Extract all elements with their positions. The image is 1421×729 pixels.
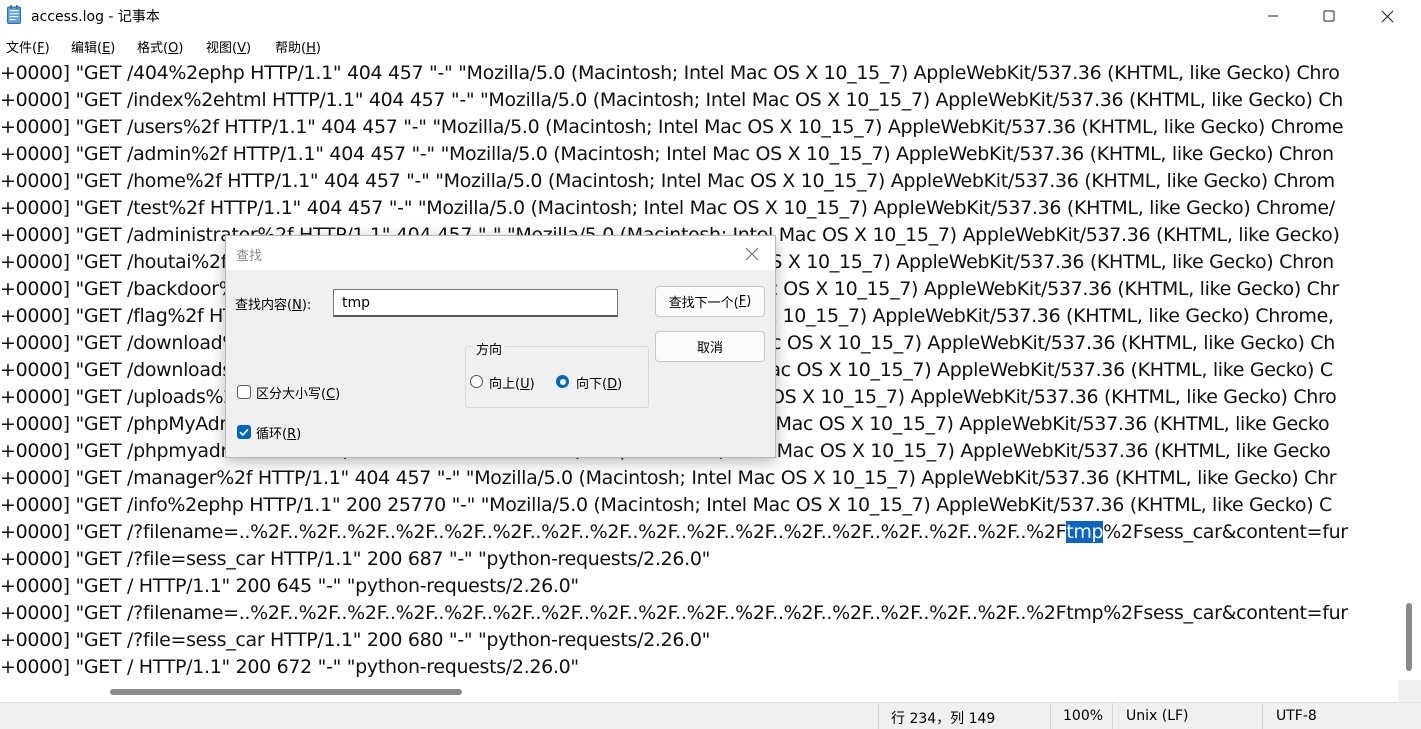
find-next-button[interactable]: 查找下一个(F): [655, 286, 765, 317]
status-separator: [1050, 703, 1051, 729]
label-text: 向下(: [576, 377, 608, 392]
scrollbar-corner: [1398, 680, 1421, 702]
close-button[interactable]: [1358, 0, 1416, 32]
label-text-end: ):: [301, 298, 312, 313]
vertical-scrollbar-thumb[interactable]: [1406, 603, 1412, 671]
notepad-icon: [7, 5, 21, 24]
selected-text: tmp: [1066, 521, 1104, 543]
menu-label-end: ): [315, 41, 321, 56]
direction-down-label[interactable]: 向下(D): [576, 373, 622, 392]
match-case-label[interactable]: 区分大小写(C): [256, 383, 340, 402]
menu-label-end: ): [178, 41, 184, 56]
menu-access-key: F: [37, 41, 45, 56]
window-title: access.log - 记事本: [31, 9, 160, 25]
log-line: +0000] "GET /manager%2f HTTP/1.1" 404 45…: [0, 467, 1337, 489]
menu-view[interactable]: 视图(V): [206, 37, 251, 56]
status-cursor-position: 行 234，列 149: [891, 711, 996, 727]
access-key: R: [287, 427, 297, 442]
label-text-end: ): [617, 377, 623, 392]
label-text: 查找内容(: [235, 298, 293, 313]
log-line: +0000] "GET /?filename=..%2F..%2F..%2F..…: [0, 602, 1348, 624]
find-dialog-title: 查找: [236, 249, 263, 264]
label-text: 区分大小写(: [256, 387, 327, 402]
wrap-around-label[interactable]: 循环(R): [256, 423, 301, 442]
title-bar: access.log - 记事本: [0, 0, 1421, 32]
menu-access-key: H: [306, 41, 316, 56]
find-dialog: 查找 查找内容(N): 查找下一个(F) 取消 方向 向上(U) 向下(D) 区…: [225, 235, 776, 458]
direction-up-radio[interactable]: [470, 375, 483, 388]
menu-access-key: O: [168, 41, 179, 56]
label-text: 向上(: [489, 377, 521, 392]
direction-up-label[interactable]: 向上(U): [489, 373, 535, 392]
log-line: +0000] "GET /admin%2f HTTP/1.1" 404 457 …: [0, 143, 1334, 165]
button-label-end: ): [746, 294, 752, 309]
direction-label: 方向: [473, 339, 506, 358]
access-key: C: [326, 387, 336, 402]
maximize-icon: [1323, 10, 1335, 22]
cancel-button[interactable]: 取消: [655, 331, 765, 362]
minimize-button[interactable]: [1244, 0, 1302, 32]
checkmark-icon: [239, 428, 249, 437]
menu-edit[interactable]: 编辑(E): [71, 37, 115, 56]
log-line: +0000] "GET /info%2ephp HTTP/1.1" 200 25…: [0, 494, 1333, 516]
log-line: +0000] "GET / HTTP/1.1" 200 645 "-" "pyt…: [0, 575, 579, 597]
menu-format[interactable]: 格式(O): [137, 37, 183, 56]
menu-label: 帮助(: [275, 41, 307, 56]
access-key: F: [738, 294, 747, 309]
label-text: 循环(: [256, 427, 288, 442]
access-key: U: [520, 377, 530, 392]
menu-bar: 文件(F) 编辑(E) 格式(O) 视图(V) 帮助(H): [0, 32, 1421, 58]
menu-access-key: V: [237, 41, 246, 56]
log-line: +0000] "GET /test%2f HTTP/1.1" 404 457 "…: [0, 197, 1335, 219]
label-text-end: ): [335, 387, 341, 402]
wrap-around-checkbox[interactable]: [237, 425, 251, 439]
menu-label-end: ): [245, 41, 252, 56]
status-zoom: 100%: [1063, 708, 1104, 724]
log-line: +0000] "GET /?file=sess_car HTTP/1.1" 20…: [0, 548, 711, 570]
label-text-end: ): [529, 377, 535, 392]
horizontal-scrollbar-thumb[interactable]: [110, 689, 462, 695]
log-line: +0000] "GET /home%2f HTTP/1.1" 404 457 "…: [0, 170, 1335, 192]
status-separator: [1262, 703, 1263, 729]
log-line: +0000] "GET / HTTP/1.1" 200 672 "-" "pyt…: [0, 656, 579, 678]
find-dialog-titlebar[interactable]: 查找: [226, 236, 775, 270]
button-label: 取消: [696, 341, 723, 356]
access-key: N: [292, 298, 302, 313]
log-line-text: +0000] "GET /?filename=..%2F..%2F..%2F..…: [0, 521, 1067, 543]
close-icon[interactable]: [742, 244, 762, 264]
find-what-input[interactable]: [333, 289, 618, 317]
minimize-icon: [1268, 15, 1278, 17]
menu-label-end: ): [44, 41, 50, 56]
menu-label: 编辑(: [71, 41, 103, 56]
button-label: 查找下一个(: [668, 296, 739, 311]
log-line-text: %2Fsess_car&content=fur: [1103, 521, 1348, 543]
match-case-checkbox[interactable]: [237, 385, 251, 399]
status-separator: [878, 703, 879, 729]
maximize-button[interactable]: [1300, 0, 1358, 32]
status-encoding: UTF-8: [1276, 708, 1317, 724]
menu-label: 视图(: [206, 41, 238, 56]
vertical-scrollbar[interactable]: [1398, 58, 1421, 680]
log-line: +0000] "GET /users%2f HTTP/1.1" 404 457 …: [0, 116, 1344, 138]
log-line: +0000] "GET /index%2ehtml HTTP/1.1" 404 …: [0, 89, 1344, 111]
menu-label: 文件(: [6, 41, 38, 56]
access-key: D: [607, 377, 618, 392]
log-line: +0000] "GET /?file=sess_car HTTP/1.1" 20…: [0, 629, 711, 651]
status-separator: [1112, 703, 1113, 729]
menu-help[interactable]: 帮助(H): [275, 37, 321, 56]
horizontal-scrollbar[interactable]: [0, 680, 1398, 702]
close-icon: [1381, 10, 1393, 22]
status-line-ending: Unix (LF): [1126, 708, 1189, 724]
log-line: +0000] "GET /404%2ephp HTTP/1.1" 404 457…: [0, 62, 1340, 84]
menu-file[interactable]: 文件(F): [6, 37, 50, 56]
menu-label-end: ): [110, 41, 116, 56]
direction-down-radio[interactable]: [556, 375, 569, 388]
menu-label: 格式(: [137, 41, 169, 56]
find-what-label: 查找内容(N):: [235, 294, 311, 313]
status-bar: 行 234，列 149 100% Unix (LF) UTF-8: [0, 702, 1421, 729]
label-text-end: ): [296, 427, 302, 442]
radio-dot: [559, 378, 566, 385]
log-line: +0000] "GET /?filename=..%2F..%2F..%2F..…: [0, 519, 1348, 546]
